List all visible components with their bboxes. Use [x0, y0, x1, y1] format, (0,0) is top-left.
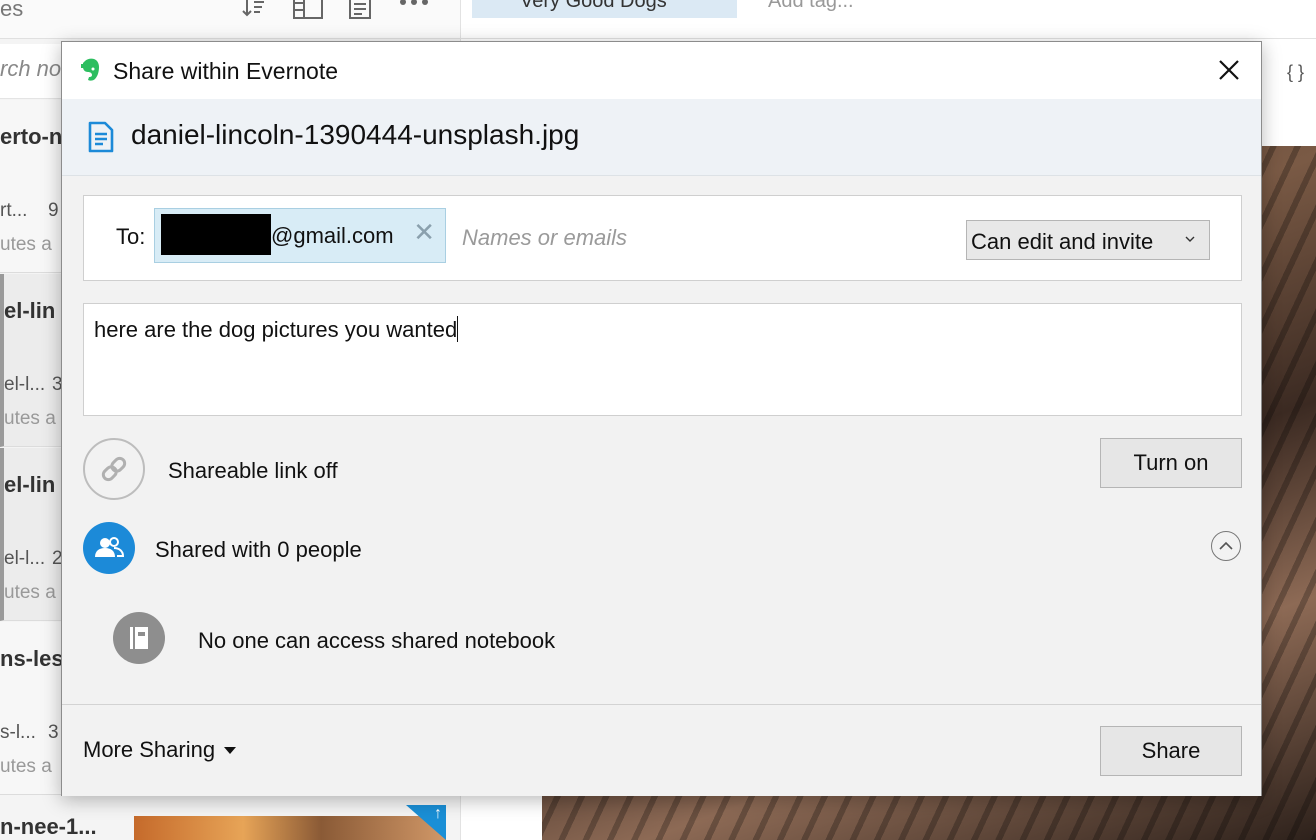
share-button[interactable]: Share: [1100, 726, 1242, 776]
redacted-email-block: [161, 214, 271, 255]
text-caret: [457, 316, 459, 342]
recipients-field[interactable]: To: @gmail.com ✕ Can edit and invite: [83, 195, 1242, 281]
permission-dropdown[interactable]: Can edit and invite: [966, 220, 1210, 260]
collapse-button[interactable]: [1211, 531, 1241, 561]
close-button[interactable]: [1209, 50, 1249, 90]
note-item-title: el-lin: [4, 472, 56, 497]
notebook-name: Very Good Dogs: [520, 0, 667, 12]
note-item-title: ns-les: [0, 646, 64, 671]
turn-on-link-button[interactable]: Turn on: [1100, 438, 1242, 488]
note-item-meta: utes a: [0, 756, 52, 777]
note-item-meta: utes a: [4, 582, 56, 603]
code-block-icon[interactable]: { }: [1287, 62, 1304, 83]
note-title: daniel-lincoln-1390444-unsplash.jpg: [131, 119, 580, 150]
note-item-title: erto-n: [0, 124, 63, 149]
note-document-icon: [88, 121, 114, 153]
message-text: here are the dog pictures you wanted: [94, 317, 458, 342]
notebook-selector[interactable]: Very Good Dogs: [472, 0, 737, 18]
note-item-snippet: s-l...: [0, 722, 36, 743]
notebook-access-status: No one can access shared notebook: [198, 628, 556, 653]
notebook-icon: [113, 612, 165, 664]
shared-with-row: Shared with 0 people: [83, 522, 1242, 574]
note-item-snippet: rt...: [0, 200, 28, 221]
shareable-link-row: Shareable link off Turn on: [83, 438, 1242, 502]
share-dialog: Share within Evernote daniel-lincoln-139…: [61, 41, 1262, 796]
more-sharing-label: More Sharing: [83, 737, 216, 762]
message-textarea[interactable]: here are the dog pictures you wanted: [83, 303, 1242, 416]
note-item-count: 3: [48, 722, 59, 743]
evernote-logo-icon: [79, 57, 103, 83]
recipient-email: @gmail.com: [271, 223, 394, 248]
shared-note-header: daniel-lincoln-1390444-unsplash.jpg: [62, 99, 1261, 176]
note-item-title: el-lin: [4, 298, 56, 323]
note-item-snippet: el-l...: [4, 548, 46, 569]
note-thumbnail: [134, 816, 446, 840]
toolbar-partial-text: es: [0, 0, 24, 21]
close-icon: [1219, 60, 1239, 80]
note-item-meta: utes a: [4, 408, 56, 429]
add-tag-input[interactable]: Add tag...: [768, 0, 854, 13]
note-item-snippet: el-l...: [4, 374, 46, 395]
shareable-link-status: Shareable link off: [168, 458, 338, 483]
note-item-count: 9: [48, 200, 59, 221]
sort-icon[interactable]: [240, 0, 266, 26]
people-icon: [83, 522, 135, 574]
more-sharing-dropdown[interactable]: More Sharing: [83, 737, 237, 763]
dialog-footer: More Sharing Share: [62, 704, 1261, 796]
note-icon[interactable]: [348, 0, 372, 26]
search-partial-text: rch no: [0, 56, 62, 81]
dialog-title: Share within Evernote: [113, 58, 339, 84]
recipient-chip[interactable]: @gmail.com ✕: [154, 208, 446, 263]
to-label: To:: [116, 224, 146, 249]
caret-down-icon: [224, 747, 237, 754]
remove-recipient-icon[interactable]: ✕: [413, 217, 435, 248]
permission-value: Can edit and invite: [971, 229, 1154, 254]
shared-with-count: Shared with 0 people: [155, 537, 362, 562]
note-item-title: n-nee-1...: [0, 814, 97, 839]
chevron-down-icon: [1185, 236, 1195, 242]
note-list-toolbar: es: [0, 0, 460, 39]
link-icon: [83, 438, 145, 500]
names-or-emails-input[interactable]: [460, 218, 944, 258]
chevron-up-icon: [1219, 541, 1233, 550]
more-options-icon[interactable]: [398, 0, 430, 26]
view-options-icon[interactable]: [292, 0, 324, 26]
note-item-meta: utes a: [0, 234, 52, 255]
notebook-access-row: No one can access shared notebook: [113, 612, 813, 666]
dialog-titlebar: Share within Evernote: [62, 42, 1261, 100]
